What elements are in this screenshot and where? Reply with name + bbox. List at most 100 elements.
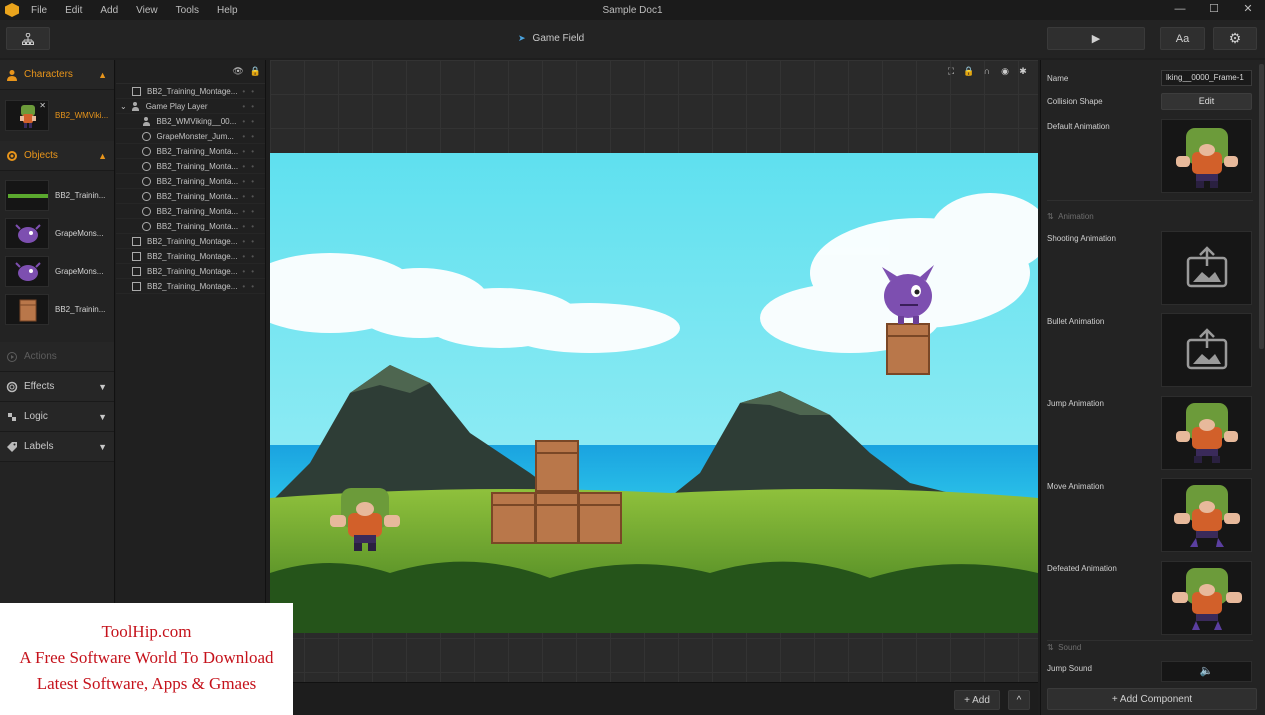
layer-row[interactable]: BB2_Training_Monta... •• [116,174,265,189]
object-item[interactable]: GrapeMons... [0,253,114,290]
layer-row[interactable]: BB2_Training_Monta... •• [116,144,265,159]
font-label: Aa [1175,32,1190,45]
layers-panel: 👁 🔒 BB2_Training_Montage... •• ⌄ Game Play … [116,60,266,603]
add-label: + Add [964,694,990,706]
labels-section-header[interactable]: Labels ▼ [0,432,114,462]
visibility-toggle-icon[interactable]: •• [242,147,260,156]
image-layer-icon [132,251,141,261]
character-item[interactable]: ✕ BB2_WMViki... [0,91,114,139]
chevron-up-icon[interactable]: ▲ [98,70,107,80]
game-field-canvas[interactable]: ⛶ 🔒 ∩ ◉ ✱ [270,60,1038,682]
magnet-icon[interactable]: ∩ [978,66,996,77]
chevron-down-icon[interactable]: ▼ [98,412,107,422]
actions-section-header[interactable]: Actions [0,342,114,372]
layer-row[interactable]: ⌄ Game Play Layer •• [116,99,265,114]
labels-label: Labels [24,441,54,452]
menu-view[interactable]: View [136,5,158,16]
fit-view-icon[interactable]: ⛶ [942,66,960,77]
play-button[interactable]: ▶ [1047,27,1145,50]
logic-section-header[interactable]: Logic ▼ [0,402,114,432]
object-item[interactable]: BB2_Trainin... [0,291,114,328]
visibility-toggle-icon[interactable]: •• [242,117,260,126]
jump-sound-label: Jump Sound [1047,664,1092,673]
jump-animation-slot[interactable] [1161,396,1252,470]
lock-icon[interactable]: 🔒 [960,66,978,77]
bullet-animation-slot[interactable] [1161,313,1252,387]
layer-row[interactable]: BB2_Training_Monta... •• [116,219,265,234]
layer-row[interactable]: BB2_WMViking__00... •• [116,114,265,129]
edit-collision-button[interactable]: Edit [1161,93,1252,110]
visibility-toggle-icon[interactable]: •• [242,192,260,201]
layer-row[interactable]: BB2_Training_Montage... •• [116,279,265,294]
move-animation-slot[interactable] [1161,478,1252,552]
object-circle-icon [142,146,151,156]
characters-section-header[interactable]: Characters ▲ [0,60,114,90]
chevron-up-icon[interactable]: ▲ [98,151,107,161]
layer-row[interactable]: BB2_Training_Monta... •• [116,189,265,204]
visibility-toggle-icon[interactable]: •• [242,267,260,276]
layers-header: 👁 🔒 [116,60,265,84]
inspector-scrollbar[interactable] [1259,64,1264,349]
layer-row[interactable]: BB2_Training_Montage... •• [116,84,265,99]
layer-row[interactable]: BB2_Training_Monta... •• [116,204,265,219]
grape-monster-icon [15,262,41,281]
arrow-right-icon: ➤ [518,33,526,43]
close-icon[interactable]: ✕ [1231,0,1265,20]
add-component-button[interactable]: + Add Component [1047,688,1257,710]
bottom-bar: + Add ^ [293,682,1038,715]
layer-row[interactable]: BB2_Training_Montage... •• [116,249,265,264]
collapse-button[interactable]: ^ [1008,690,1030,710]
jump-animation-label: Jump Animation [1047,399,1104,408]
remove-icon[interactable]: ✕ [39,101,46,110]
eye-icon[interactable]: 👁 [232,66,243,77]
lock-icon[interactable]: 🔒 [250,66,261,77]
visibility-toggle-icon[interactable]: •• [242,222,260,231]
expand-caret-icon[interactable]: ⌄ [120,102,127,111]
layer-row[interactable]: BB2_Training_Montage... •• [116,264,265,279]
font-button[interactable]: Aa [1160,27,1205,50]
visibility-toggle-icon[interactable]: •• [242,252,260,261]
settings-button[interactable]: ⚙ [1213,27,1257,50]
app-window: File Edit Add View Tools Help Sample Doc… [0,0,1265,715]
object-circle-icon [142,131,151,141]
maximize-icon[interactable]: ☐ [1197,0,1231,20]
visibility-toggle-icon[interactable]: •• [242,207,260,216]
shooting-animation-slot[interactable] [1161,231,1252,305]
image-layer-icon [132,86,141,96]
chevron-down-icon[interactable]: ▼ [98,442,107,452]
tag-icon [7,441,17,452]
actions-icon [7,351,17,362]
name-input[interactable]: lking__0000_Frame-1 [1161,70,1252,86]
object-item[interactable]: BB2_Trainin... [0,177,114,214]
chevron-down-icon[interactable]: ▼ [98,382,107,392]
visibility-toggle-icon[interactable]: •• [242,282,260,291]
menu-tools[interactable]: Tools [176,5,199,16]
scene-tree-button[interactable] [6,27,50,50]
game-scene[interactable] [270,153,1038,633]
visibility-icon[interactable]: ◉ [996,66,1014,77]
visibility-toggle-icon[interactable]: •• [242,102,260,111]
visibility-toggle-icon[interactable]: •• [242,162,260,171]
default-animation-slot[interactable] [1161,119,1252,193]
minimize-icon[interactable]: — [1163,0,1197,20]
layer-row[interactable]: GrapeMonster_Jum... •• [116,129,265,144]
debug-icon[interactable]: ✱ [1014,66,1032,77]
add-button[interactable]: + Add [954,690,1000,710]
object-item[interactable]: GrapeMons... [0,215,114,252]
menu-add[interactable]: Add [100,5,118,16]
logic-icon [8,412,16,421]
visibility-toggle-icon[interactable]: •• [242,87,260,96]
menu-file[interactable]: File [31,5,47,16]
effects-section-header[interactable]: Effects ▼ [0,372,114,402]
jump-sound-slot[interactable]: 🔈 [1161,661,1252,682]
layer-row[interactable]: BB2_Training_Montage... •• [116,234,265,249]
layer-row[interactable]: BB2_Training_Monta... •• [116,159,265,174]
menu-help[interactable]: Help [217,5,238,16]
layer-label: BB2_Training_Montage... [147,86,238,96]
visibility-toggle-icon[interactable]: •• [242,177,260,186]
menu-edit[interactable]: Edit [65,5,82,16]
visibility-toggle-icon[interactable]: •• [242,237,260,246]
visibility-toggle-icon[interactable]: •• [242,132,260,141]
objects-section-header[interactable]: Objects ▲ [0,141,114,171]
defeated-animation-slot[interactable] [1161,561,1252,635]
